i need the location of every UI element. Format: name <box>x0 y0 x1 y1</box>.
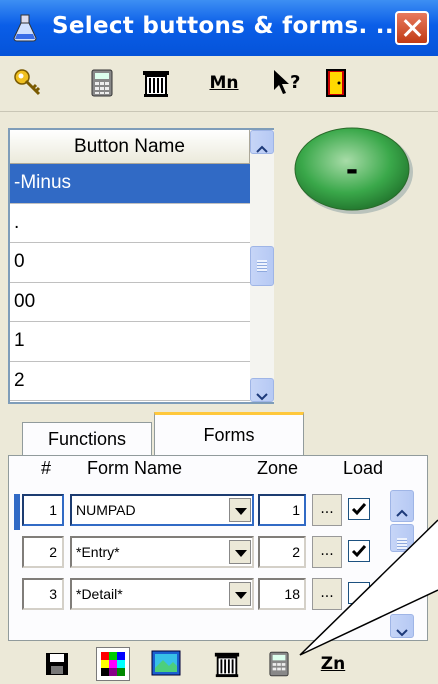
close-button[interactable] <box>395 11 429 45</box>
table-row[interactable]: 2 *Entry* 2 ... <box>22 536 402 568</box>
delete-form-button[interactable] <box>210 647 244 681</box>
delete-button[interactable] <box>138 65 174 101</box>
checkmark-icon <box>351 545 367 558</box>
calculator-button[interactable] <box>84 65 120 101</box>
list-item[interactable]: 2 <box>10 362 250 401</box>
color-palette-button[interactable] <box>96 647 130 681</box>
color-grid-icon <box>101 652 125 676</box>
list-scrollbar[interactable] <box>250 130 274 402</box>
scroll-up-button[interactable] <box>250 130 274 154</box>
list-item[interactable]: . <box>10 204 250 243</box>
tab-strip: Functions Forms <box>8 412 428 456</box>
browse-button[interactable]: ... <box>312 578 342 610</box>
calculator-button[interactable] <box>262 647 296 681</box>
list-item[interactable]: -Minus <box>10 164 250 204</box>
table-row[interactable]: 3 *Detail* 18 ... <box>22 578 402 610</box>
form-number: 2 <box>22 536 64 568</box>
exit-button[interactable] <box>318 65 354 101</box>
button-name-list[interactable]: Button Name -Minus . 0 00 1 2 <box>8 128 274 404</box>
form-number: 3 <box>22 578 64 610</box>
title-bar[interactable]: Select buttons & forms. ... <box>0 0 438 56</box>
col-zone-header: Zone <box>257 458 299 478</box>
calculator-icon <box>269 651 289 677</box>
form-name-value: *Detail* <box>76 586 123 602</box>
dropdown-button[interactable] <box>229 498 251 522</box>
dropdown-button[interactable] <box>229 540 251 564</box>
checkmark-icon <box>351 503 367 516</box>
zone-field[interactable]: 18 <box>258 578 306 610</box>
help-pointer-icon: ? <box>274 70 300 94</box>
scroll-thumb[interactable] <box>250 246 274 286</box>
calculator-icon <box>91 69 113 97</box>
window-title: Select buttons & forms. ... <box>52 13 403 39</box>
row-selection-indicator <box>14 494 20 530</box>
chevron-up-icon <box>256 145 268 153</box>
background-image-button[interactable] <box>150 647 184 681</box>
form-number: 1 <box>22 494 64 526</box>
exit-door-icon <box>326 69 346 97</box>
list-item[interactable]: 00 <box>10 283 250 322</box>
dropdown-button[interactable] <box>229 582 251 606</box>
scroll-down-button[interactable] <box>250 378 274 402</box>
chevron-down-icon <box>256 393 268 401</box>
load-checkbox[interactable] <box>348 498 370 520</box>
svg-text:?: ? <box>290 72 300 93</box>
chevron-down-icon <box>396 629 408 637</box>
mn-button[interactable]: Mn <box>206 65 242 101</box>
dialog-window: Select buttons & forms. ... Mn ? Button … <box>0 0 438 684</box>
mn-label: Mn <box>209 73 239 93</box>
forms-scrollbar[interactable] <box>390 490 414 638</box>
scroll-up-button[interactable] <box>390 490 414 522</box>
toolbar: Mn ? <box>0 56 438 112</box>
zone-field[interactable]: 1 <box>258 494 306 526</box>
form-name-value: *Entry* <box>76 544 120 560</box>
key-icon <box>14 69 41 96</box>
trash-icon <box>214 652 240 678</box>
help-button[interactable]: ? <box>270 65 306 101</box>
form-name-value: NUMPAD <box>76 502 136 518</box>
key-button[interactable] <box>10 65 46 101</box>
floppy-disk-icon <box>46 653 68 675</box>
flask-icon <box>13 14 37 42</box>
load-checkbox[interactable] <box>348 540 370 562</box>
load-checkbox[interactable] <box>348 582 370 604</box>
col-load-header: Load <box>343 458 384 478</box>
browse-button[interactable]: ... <box>312 536 342 568</box>
save-button[interactable] <box>40 647 74 681</box>
col-num-header: # <box>41 458 52 478</box>
chevron-up-icon <box>396 509 408 517</box>
form-name-select[interactable]: *Detail* <box>70 578 254 610</box>
zn-label: Zn <box>320 654 346 674</box>
preview-label: - <box>346 153 358 188</box>
browse-button[interactable]: ... <box>312 494 342 526</box>
tab-functions[interactable]: Functions <box>22 422 152 456</box>
zn-button[interactable]: Zn <box>316 647 350 681</box>
form-name-select[interactable]: NUMPAD <box>70 494 254 526</box>
bottom-toolbar: Zn <box>0 641 438 684</box>
form-name-select[interactable]: *Entry* <box>70 536 254 568</box>
table-row[interactable]: 1 NUMPAD 1 ... <box>22 494 402 526</box>
list-item[interactable]: 0 <box>10 243 250 283</box>
scroll-thumb[interactable] <box>390 524 414 552</box>
picture-icon <box>151 650 181 676</box>
col-form-name-header: Form Name <box>87 458 183 478</box>
button-name-header[interactable]: Button Name <box>10 130 250 164</box>
tab-forms[interactable]: Forms <box>154 412 304 456</box>
button-preview: - <box>292 124 416 216</box>
scroll-down-button[interactable] <box>390 614 414 638</box>
trash-icon <box>143 71 169 97</box>
zone-field[interactable]: 2 <box>258 536 306 568</box>
list-item[interactable]: 1 <box>10 322 250 362</box>
